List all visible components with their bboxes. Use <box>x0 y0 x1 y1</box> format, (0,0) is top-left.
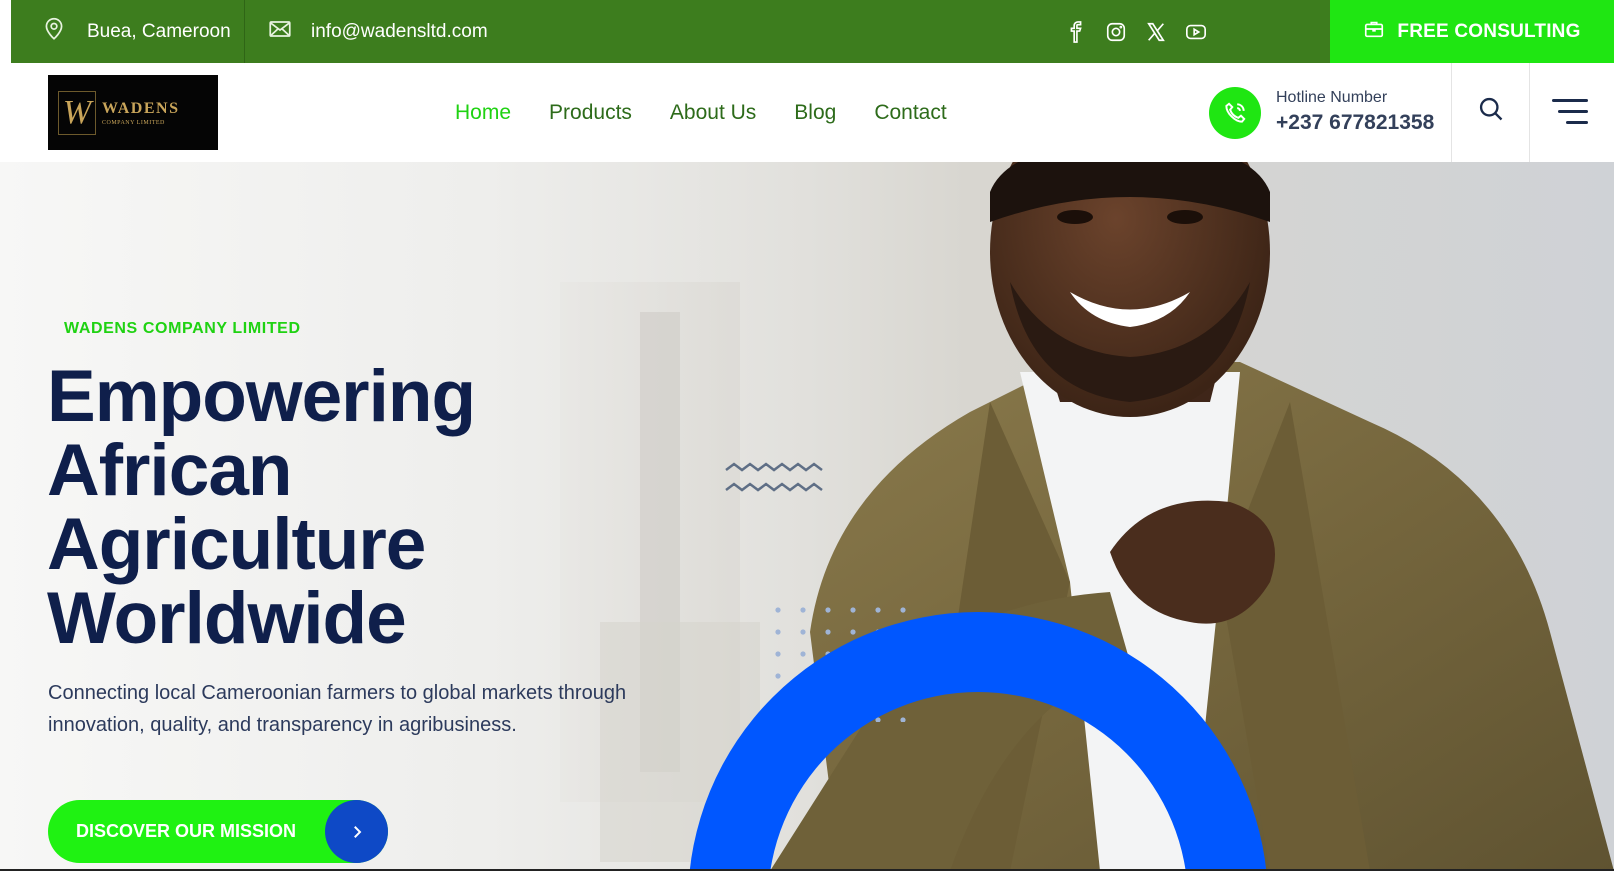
hero-description: Connecting local Cameroonian farmers to … <box>48 682 627 736</box>
headline-line: Worldwide <box>47 578 407 659</box>
location: Buea, Cameroon <box>41 0 231 63</box>
hotline-number[interactable]: +237 677821358 <box>1276 111 1434 135</box>
main-nav: Home Products About Us Blog Contact <box>455 63 947 162</box>
briefcase-icon <box>1363 18 1397 46</box>
main-header: W WADENS COMPANY LIMITED Home Products A… <box>11 63 1614 162</box>
search-icon[interactable] <box>1477 95 1507 125</box>
email-link[interactable]: info@wadensltd.com <box>267 0 488 63</box>
chevron-right-icon <box>325 800 388 863</box>
free-consulting-label: FREE CONSULTING <box>1397 20 1581 42</box>
nav-item-products[interactable]: Products <box>549 101 632 125</box>
x-icon[interactable] <box>1145 21 1167 43</box>
discover-mission-button[interactable]: DISCOVER OUR MISSION <box>48 800 388 863</box>
nav-item-home[interactable]: Home <box>455 101 511 125</box>
top-bar: Buea, Cameroon info@wadensltd.com FREE C… <box>11 0 1614 63</box>
logo[interactable]: W WADENS COMPANY LIMITED <box>48 75 218 150</box>
hero-headline: Empowering African Agriculture Worldwide <box>47 360 727 656</box>
logo-mark: W <box>58 90 96 135</box>
social-links <box>1065 0 1207 63</box>
instagram-icon[interactable] <box>1105 21 1127 43</box>
nav-item-about-us[interactable]: About Us <box>670 101 756 125</box>
nav-item-contact[interactable]: Contact <box>874 101 946 125</box>
facebook-icon[interactable] <box>1065 20 1087 43</box>
location-pin-icon <box>41 16 67 48</box>
topbar-divider <box>244 0 245 63</box>
hotline-label: Hotline Number <box>1276 89 1388 106</box>
hero-eyebrow: WADENS COMPANY LIMITED <box>64 320 301 337</box>
decorative-blue-arc <box>689 612 1267 871</box>
free-consulting-button[interactable]: FREE CONSULTING <box>1330 0 1614 63</box>
youtube-icon[interactable] <box>1185 21 1207 43</box>
phone-icon[interactable] <box>1209 87 1261 139</box>
headline-line: Empowering <box>47 356 476 437</box>
headline-line: African <box>47 430 293 511</box>
decorative-zigzag <box>725 462 823 492</box>
header-divider <box>1529 63 1530 162</box>
headline-line: Agriculture <box>47 504 426 585</box>
header-divider <box>1451 63 1452 162</box>
discover-mission-label: DISCOVER OUR MISSION <box>76 821 297 841</box>
hero-section: WADENS COMPANY LIMITED Empowering Africa… <box>0 162 1614 871</box>
hamburger-menu-icon[interactable] <box>1552 99 1588 125</box>
logo-subtitle: COMPANY LIMITED <box>102 119 165 126</box>
nav-item-blog[interactable]: Blog <box>794 101 836 125</box>
email-text: info@wadensltd.com <box>311 20 488 42</box>
logo-name: WADENS <box>102 99 180 117</box>
envelope-icon <box>267 16 293 48</box>
location-text: Buea, Cameroon <box>87 20 231 42</box>
